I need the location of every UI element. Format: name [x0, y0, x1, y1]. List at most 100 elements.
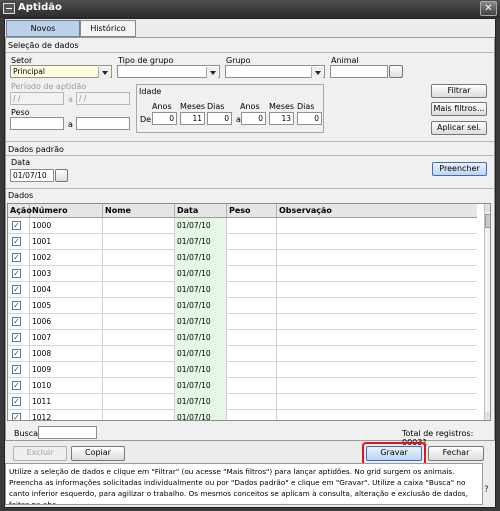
col-header-nome[interactable]: Nome [103, 204, 175, 217]
row-checkbox[interactable]: ✓ [12, 333, 21, 342]
animal-lookup-button[interactable] [389, 65, 403, 78]
table-row[interactable]: ✓ 1009 01/07/10 [8, 362, 477, 378]
observacao-cell[interactable] [277, 218, 477, 234]
row-checkbox[interactable]: ✓ [12, 381, 21, 390]
idade-to-dias[interactable]: 0 [297, 112, 322, 125]
numero-cell[interactable]: 1004 [30, 282, 103, 298]
nome-cell[interactable] [103, 298, 175, 314]
idade-from-meses[interactable]: 11 [180, 112, 205, 125]
data-cell[interactable]: 01/07/10 [175, 346, 227, 362]
observacao-cell[interactable] [277, 410, 477, 420]
close-button[interactable]: ✕ [480, 1, 497, 16]
numero-cell[interactable]: 1003 [30, 266, 103, 282]
acao-cell[interactable]: ✓ [8, 410, 30, 420]
numero-cell[interactable]: 1010 [30, 378, 103, 394]
table-row[interactable]: ✓ 1011 01/07/10 [8, 394, 477, 410]
col-header-observacao[interactable]: Observação [277, 204, 477, 217]
data-cell[interactable]: 01/07/10 [175, 410, 227, 420]
table-row[interactable]: ✓ 1005 01/07/10 [8, 298, 477, 314]
copiar-button[interactable]: Copiar [71, 446, 125, 461]
acao-cell[interactable]: ✓ [8, 346, 30, 362]
numero-cell[interactable]: 1002 [30, 250, 103, 266]
idade-to-anos[interactable]: 0 [241, 112, 266, 125]
peso-cell[interactable] [227, 346, 277, 362]
system-menu-icon[interactable] [3, 3, 15, 14]
peso-cell[interactable] [227, 266, 277, 282]
observacao-cell[interactable] [277, 346, 477, 362]
row-checkbox[interactable]: ✓ [12, 397, 21, 406]
numero-cell[interactable]: 1012 [30, 410, 103, 420]
data-cell[interactable]: 01/07/10 [175, 282, 227, 298]
data-cell[interactable]: 01/07/10 [175, 250, 227, 266]
acao-cell[interactable]: ✓ [8, 266, 30, 282]
chevron-down-icon[interactable] [311, 67, 323, 78]
data-cell[interactable]: 01/07/10 [175, 234, 227, 250]
peso-to-input[interactable] [76, 117, 130, 130]
col-header-numero[interactable]: Número [30, 204, 103, 217]
col-header-peso[interactable]: Peso [227, 204, 277, 217]
acao-cell[interactable]: ✓ [8, 394, 30, 410]
data-cell[interactable]: 01/07/10 [175, 330, 227, 346]
table-row[interactable]: ✓ 1004 01/07/10 [8, 282, 477, 298]
nome-cell[interactable] [103, 378, 175, 394]
peso-cell[interactable] [227, 330, 277, 346]
filtrar-button[interactable]: Filtrar [431, 84, 487, 98]
data-padrao-input[interactable]: 01/07/10 [10, 169, 54, 182]
observacao-cell[interactable] [277, 362, 477, 378]
tipo-grupo-select[interactable] [117, 65, 220, 78]
numero-cell[interactable]: 1009 [30, 362, 103, 378]
peso-cell[interactable] [227, 250, 277, 266]
scroll-thumb[interactable] [485, 214, 490, 228]
data-cell[interactable]: 01/07/10 [175, 298, 227, 314]
data-cell[interactable]: 01/07/10 [175, 266, 227, 282]
acao-cell[interactable]: ✓ [8, 282, 30, 298]
col-header-data[interactable]: Data [175, 204, 227, 217]
tab-novos-lancamentos[interactable]: Novos lançamentos [6, 20, 80, 48]
row-checkbox[interactable]: ✓ [12, 221, 21, 230]
idade-from-anos[interactable]: 0 [152, 112, 177, 125]
acao-cell[interactable]: ✓ [8, 362, 30, 378]
data-cell[interactable]: 01/07/10 [175, 218, 227, 234]
excluir-button[interactable]: Excluir [13, 446, 67, 461]
numero-cell[interactable]: 1006 [30, 314, 103, 330]
vertical-scrollbar[interactable] [484, 204, 490, 420]
nome-cell[interactable] [103, 410, 175, 420]
observacao-cell[interactable] [277, 250, 477, 266]
table-row[interactable]: ✓ 1000 01/07/10 [8, 218, 477, 234]
calendar-button[interactable] [55, 169, 68, 182]
aplicar-sel-button[interactable]: Aplicar sel. [431, 121, 487, 135]
numero-cell[interactable]: 1007 [30, 330, 103, 346]
peso-cell[interactable] [227, 410, 277, 420]
idade-from-dias[interactable]: 0 [207, 112, 232, 125]
nome-cell[interactable] [103, 394, 175, 410]
row-checkbox[interactable]: ✓ [12, 317, 21, 326]
grupo-select[interactable] [225, 65, 325, 78]
peso-cell[interactable] [227, 298, 277, 314]
row-checkbox[interactable]: ✓ [12, 413, 21, 420]
gravar-button[interactable]: Gravar [366, 446, 422, 461]
observacao-cell[interactable] [277, 394, 477, 410]
data-cell[interactable]: 01/07/10 [175, 362, 227, 378]
table-row[interactable]: ✓ 1003 01/07/10 [8, 266, 477, 282]
observacao-cell[interactable] [277, 330, 477, 346]
acao-cell[interactable]: ✓ [8, 234, 30, 250]
scroll-down-icon[interactable] [485, 412, 490, 420]
preencher-button[interactable]: Preencher [432, 162, 487, 176]
observacao-cell[interactable] [277, 378, 477, 394]
acao-cell[interactable]: ✓ [8, 250, 30, 266]
chevron-down-icon[interactable] [206, 67, 218, 78]
data-cell[interactable]: 01/07/10 [175, 378, 227, 394]
chevron-down-icon[interactable] [98, 67, 110, 78]
data-grid[interactable]: Ação Número Nome Data Peso Observação ✓ 1… [7, 203, 491, 421]
peso-cell[interactable] [227, 362, 277, 378]
observacao-cell[interactable] [277, 314, 477, 330]
idade-to-meses[interactable]: 13 [269, 112, 294, 125]
peso-cell[interactable] [227, 394, 277, 410]
nome-cell[interactable] [103, 314, 175, 330]
acao-cell[interactable]: ✓ [8, 314, 30, 330]
row-checkbox[interactable]: ✓ [12, 237, 21, 246]
row-checkbox[interactable]: ✓ [12, 365, 21, 374]
fechar-button[interactable]: Fechar [428, 446, 484, 461]
nome-cell[interactable] [103, 346, 175, 362]
data-cell[interactable]: 01/07/10 [175, 314, 227, 330]
